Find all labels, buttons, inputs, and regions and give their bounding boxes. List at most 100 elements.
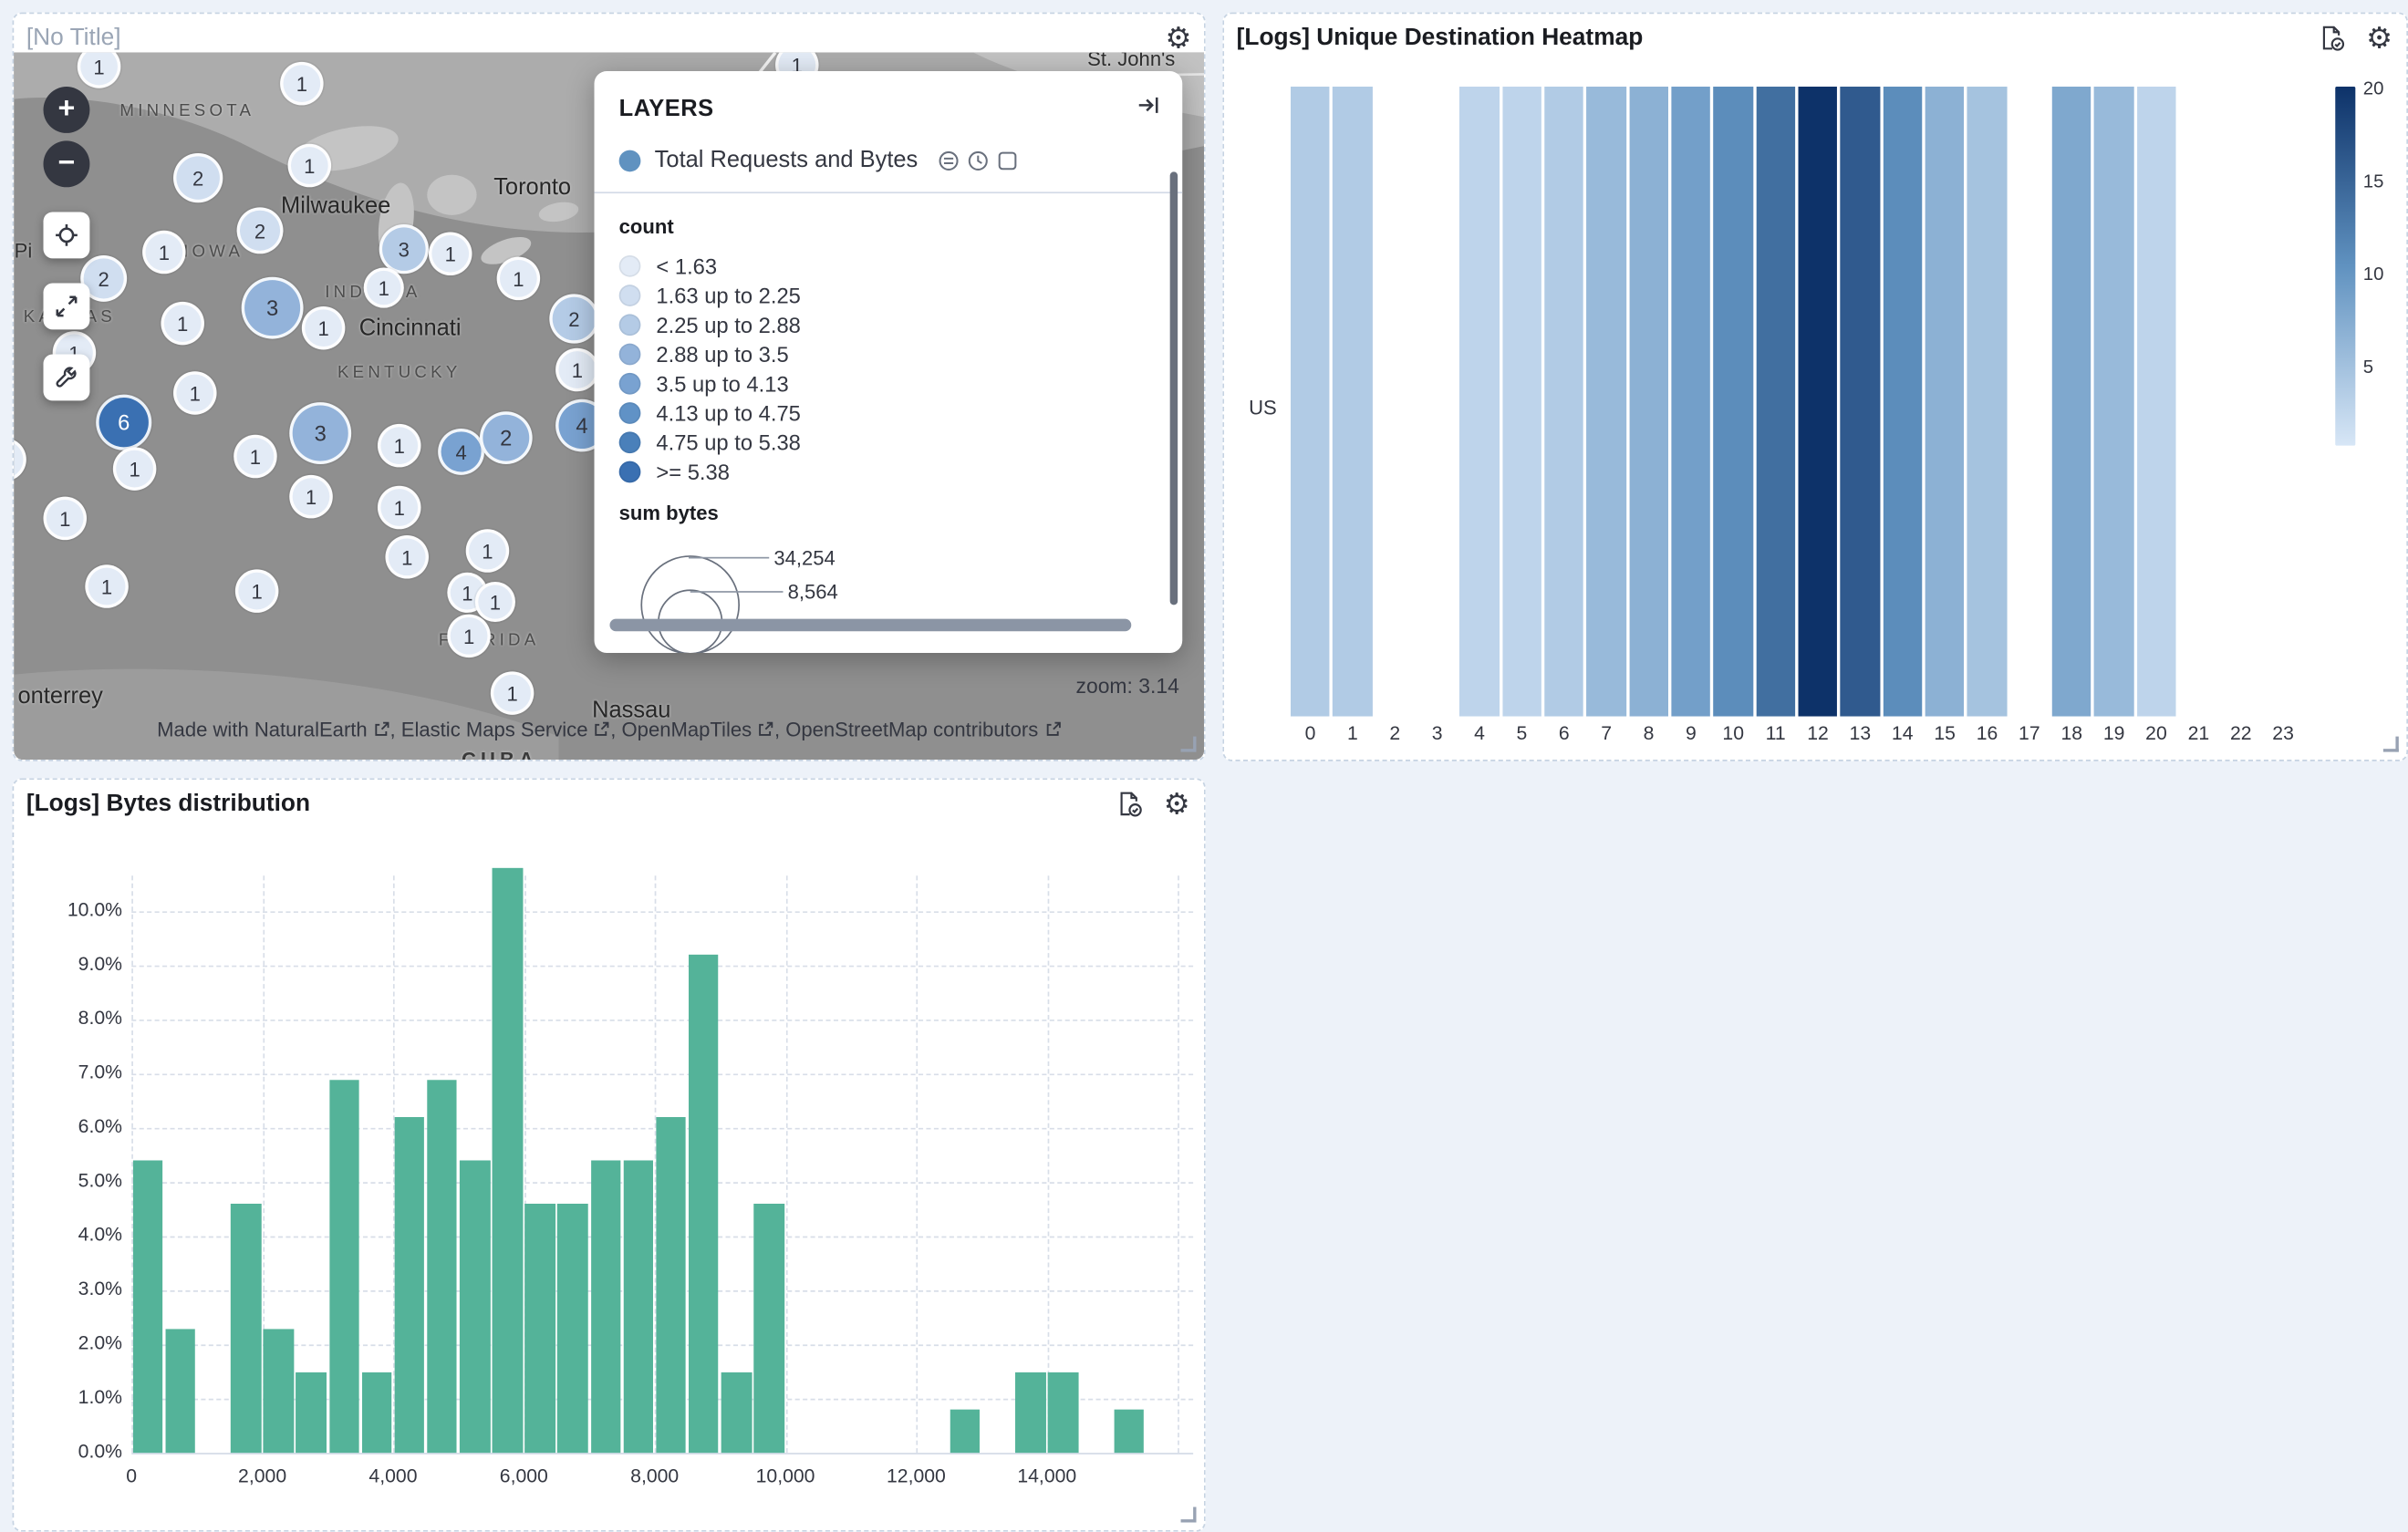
cluster-marker[interactable]: 1 <box>142 231 186 274</box>
heatmap-cell[interactable] <box>1544 87 1583 717</box>
resize-handle[interactable] <box>2383 737 2399 752</box>
zoom-out-button[interactable]: − <box>44 140 90 187</box>
heatmap-cell[interactable] <box>2179 87 2218 717</box>
horizontal-scrollbar[interactable] <box>609 619 1131 632</box>
cluster-marker[interactable]: 1 <box>113 447 157 491</box>
set-view-button[interactable] <box>44 212 90 258</box>
heatmap-cell[interactable] <box>1756 87 1795 717</box>
heatmap-cell[interactable] <box>2009 87 2049 717</box>
cluster-marker[interactable]: 1 <box>302 306 346 350</box>
cluster-marker[interactable]: 1 <box>378 424 421 468</box>
fit-to-data-button[interactable] <box>44 283 90 329</box>
layer-visibility-checkbox-icon[interactable] <box>997 150 1019 171</box>
heatmap-cell[interactable] <box>1671 87 1710 717</box>
attribution-link[interactable]: Elastic Maps Service <box>401 718 610 740</box>
cluster-marker[interactable]: 1 <box>475 582 515 622</box>
heatmap-cell[interactable] <box>1375 87 1415 717</box>
histogram-bar[interactable] <box>1048 1372 1078 1453</box>
heatmap-cell[interactable] <box>1629 87 1668 717</box>
resize-handle[interactable] <box>1181 737 1197 752</box>
histogram-bar[interactable] <box>656 1117 686 1453</box>
histogram-bar[interactable] <box>950 1410 981 1454</box>
heatmap-cell[interactable] <box>1291 87 1330 717</box>
cluster-marker[interactable]: 3 <box>242 277 304 339</box>
cluster-marker[interactable]: 1 <box>447 615 491 658</box>
heatmap-cell[interactable] <box>2137 87 2176 717</box>
heatmap-cell[interactable] <box>1502 87 1541 717</box>
heatmap-cell[interactable] <box>1333 87 1372 717</box>
panel-settings-gear-icon[interactable]: ⚙ <box>2363 22 2396 57</box>
cluster-marker[interactable]: 1 <box>429 232 472 275</box>
cluster-marker[interactable]: 1 <box>44 497 88 541</box>
heatmap-cell[interactable] <box>2264 87 2303 717</box>
attribution-link[interactable]: OpenMapTiles <box>622 718 774 740</box>
histogram-bar[interactable] <box>558 1204 588 1453</box>
histogram-bar[interactable] <box>394 1117 424 1453</box>
cluster-marker[interactable]: 1 <box>235 569 279 613</box>
heatmap-cell[interactable] <box>1799 87 1838 717</box>
cluster-marker[interactable]: 2 <box>173 153 223 202</box>
cluster-marker[interactable]: 1 <box>555 348 599 392</box>
layer-row[interactable]: Total Requests and Bytes <box>595 140 1183 192</box>
histogram-bar[interactable] <box>1114 1410 1144 1454</box>
heatmap-cell[interactable] <box>1967 87 2007 717</box>
histogram-bar[interactable] <box>231 1204 261 1453</box>
zoom-in-button[interactable]: + <box>44 87 90 133</box>
cluster-marker[interactable]: 1 <box>85 564 129 608</box>
cluster-marker[interactable]: 6 <box>96 395 151 450</box>
histogram-bar[interactable] <box>1015 1372 1045 1453</box>
cluster-marker[interactable]: 1 <box>378 486 421 530</box>
heatmap-cell[interactable] <box>2052 87 2091 717</box>
histogram-bar[interactable] <box>590 1160 620 1453</box>
panel-settings-gear-icon[interactable]: ⚙ <box>1162 22 1195 57</box>
cluster-marker[interactable]: 3 <box>379 224 429 274</box>
cluster-marker[interactable]: 1 <box>491 671 535 715</box>
heatmap-cell[interactable] <box>2094 87 2133 717</box>
histogram-bar[interactable] <box>460 1160 490 1453</box>
heatmap-cell[interactable] <box>2221 87 2260 717</box>
heatmap-cell[interactable] <box>1883 87 1922 717</box>
histogram-bar[interactable] <box>623 1160 653 1453</box>
histogram-bar[interactable] <box>754 1204 784 1453</box>
cluster-marker[interactable]: 1 <box>173 371 217 415</box>
histogram-bar[interactable] <box>296 1372 327 1453</box>
cluster-marker[interactable]: 1 <box>497 257 541 301</box>
collapse-layers-icon[interactable] <box>1136 93 1160 126</box>
heatmap-cell[interactable] <box>1417 87 1457 717</box>
attribution-link[interactable]: NaturalEarth <box>254 718 390 740</box>
histogram-bar[interactable] <box>427 1079 457 1453</box>
cluster-marker[interactable]: 2 <box>549 294 598 343</box>
cluster-marker[interactable]: 1 <box>466 529 510 573</box>
cluster-marker[interactable]: 1 <box>364 268 404 308</box>
histogram-bar[interactable] <box>689 955 719 1453</box>
map-tools-button[interactable] <box>44 355 90 401</box>
heatmap-cell[interactable] <box>1587 87 1626 717</box>
cluster-marker[interactable]: 2 <box>480 411 533 464</box>
map-canvas[interactable]: MINNESOTAIOWAKANSASINDIANAKENTUCKYFLORID… <box>14 53 1204 760</box>
heatmap-cell[interactable] <box>1714 87 1753 717</box>
histogram-bar[interactable] <box>525 1204 555 1453</box>
histogram-bar[interactable] <box>264 1329 294 1454</box>
histogram-bar[interactable] <box>329 1079 359 1453</box>
cluster-marker[interactable]: 4 <box>438 429 484 475</box>
cluster-marker[interactable]: 1 <box>288 144 332 188</box>
cluster-marker[interactable]: 1 <box>161 302 204 346</box>
cluster-marker[interactable]: 1 <box>289 475 333 519</box>
panel-settings-gear-icon[interactable]: ⚙ <box>1160 788 1193 823</box>
cluster-marker[interactable]: 1 <box>234 435 277 479</box>
saved-visualization-check-icon[interactable] <box>1113 788 1146 824</box>
cluster-marker[interactable]: 1 <box>385 535 429 579</box>
cluster-marker[interactable]: 1 <box>280 62 324 106</box>
cluster-marker[interactable]: 3 <box>289 402 351 464</box>
heatmap-cell[interactable] <box>1841 87 1880 717</box>
heatmap-cell[interactable] <box>1460 87 1500 717</box>
resize-handle[interactable] <box>1181 1507 1197 1523</box>
vertical-scrollbar[interactable] <box>1170 171 1178 605</box>
histogram-bar[interactable] <box>165 1329 195 1454</box>
heatmap-cell[interactable] <box>1925 87 1965 717</box>
histogram-bar[interactable] <box>133 1160 163 1453</box>
histogram-bar[interactable] <box>493 868 523 1453</box>
saved-visualization-check-icon[interactable] <box>2315 22 2348 58</box>
histogram-bar[interactable] <box>361 1372 391 1453</box>
cluster-marker[interactable]: 2 <box>237 207 284 254</box>
